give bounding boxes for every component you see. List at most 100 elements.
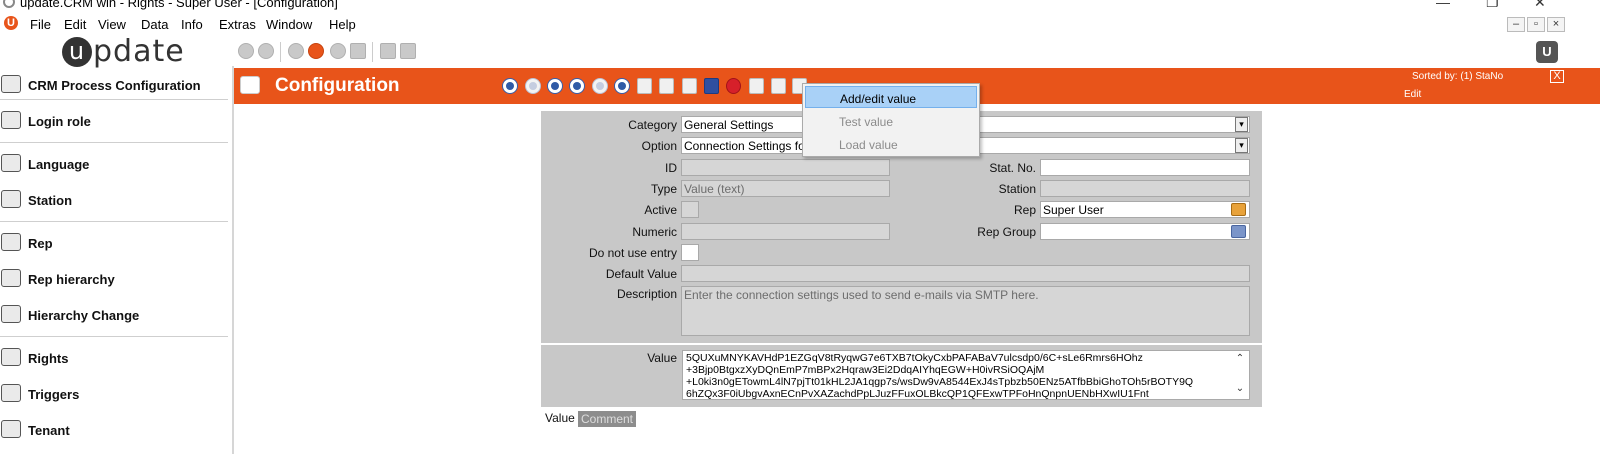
- history-icon[interactable]: [330, 43, 346, 59]
- chevron-down-icon[interactable]: ▾: [1235, 117, 1248, 132]
- rep-field[interactable]: Super User: [1040, 201, 1250, 218]
- description-field: Enter the connection settings used to se…: [681, 286, 1250, 336]
- sidebar-item-rep-hierarchy[interactable]: Rep hierarchy: [0, 267, 232, 291]
- home-icon[interactable]: [308, 43, 324, 59]
- previous-record-icon[interactable]: [547, 78, 563, 94]
- sidebar-item-rep[interactable]: Rep: [0, 231, 232, 255]
- back-icon[interactable]: [238, 43, 254, 59]
- close-icon[interactable]: X: [1550, 70, 1564, 83]
- sidebar-item-triggers[interactable]: Triggers: [0, 382, 232, 406]
- menu-window[interactable]: Window: [266, 17, 312, 32]
- active-label: Active: [644, 203, 677, 217]
- menu-data[interactable]: Data: [141, 17, 168, 32]
- layout-icon[interactable]: [380, 43, 396, 59]
- rep-group-field[interactable]: [1040, 223, 1250, 240]
- previous-page-icon[interactable]: [525, 78, 541, 94]
- sidebar-item-rights[interactable]: Rights: [0, 346, 232, 370]
- user-icon: [1, 111, 21, 129]
- close-icon[interactable]: ✕: [1534, 0, 1546, 11]
- station-label: Station: [998, 182, 1036, 196]
- menu-item-test-value[interactable]: Test value: [805, 110, 977, 132]
- print-icon[interactable]: [350, 43, 366, 59]
- option-label: Option: [641, 139, 677, 153]
- do-not-use-entry-checkbox[interactable]: [681, 244, 699, 261]
- sidebar-divider: [0, 221, 228, 222]
- brand-u-icon: u: [62, 37, 92, 67]
- window-title-bar: update.CRM win - Rights - Super User - […: [0, 0, 1600, 12]
- menu-item-add-edit-value[interactable]: Add/edit value: [805, 86, 977, 108]
- edit-mode-label: Edit: [1404, 89, 1422, 100]
- sidebar-item-station[interactable]: Station: [0, 188, 232, 212]
- sidebar-item-label: Hierarchy Change: [28, 308, 140, 323]
- sidebar-item-label: CRM Process Configuration: [28, 78, 201, 93]
- person-icon: [1, 233, 21, 251]
- rep-picker-icon[interactable]: [1231, 203, 1246, 216]
- menu-extras[interactable]: Extras: [219, 17, 256, 32]
- trigger-icon: [1, 384, 21, 402]
- category-label: Category: [628, 118, 677, 132]
- sidebar-splitter[interactable]: [232, 66, 234, 454]
- tenant-icon: [1, 420, 21, 438]
- sidebar: CRM Process Configuration Login role Lan…: [0, 68, 232, 454]
- tab-comment[interactable]: Comment: [578, 411, 637, 427]
- scroll-up-icon[interactable]: ⌃: [1233, 353, 1247, 367]
- sidebar-divider: [0, 99, 228, 100]
- menu-edit[interactable]: Edit: [64, 17, 86, 32]
- minimize-icon[interactable]: —: [1436, 0, 1450, 10]
- value-textarea[interactable]: 5QUXuMNYKAVHdP1EZGqV8tRyqwG7e6TXB7tOkyCx…: [682, 350, 1250, 400]
- sidebar-divider: [0, 336, 228, 337]
- sidebar-item-crm-process-configuration[interactable]: CRM Process Configuration: [0, 73, 232, 97]
- next-page-icon[interactable]: [592, 78, 608, 94]
- rep-group-picker-icon[interactable]: [1231, 225, 1246, 238]
- gear-icon: [1, 75, 21, 93]
- sidebar-item-login-role[interactable]: Login role: [0, 109, 232, 133]
- list-icon[interactable]: [749, 78, 764, 94]
- sidebar-item-label: Rights: [28, 351, 69, 366]
- update-corner-icon[interactable]: U: [1536, 41, 1558, 63]
- sidebar-item-label: Language: [28, 157, 90, 172]
- app-icon: [3, 0, 15, 8]
- chevron-down-icon[interactable]: ▾: [1235, 138, 1248, 153]
- sidebar-item-label: Station: [28, 193, 73, 208]
- refresh-icon[interactable]: [288, 43, 304, 59]
- sidebar-item-label: Triggers: [28, 387, 80, 402]
- cancel-icon[interactable]: [726, 78, 741, 94]
- menu-bar: U File Edit View Data Info Extras Window…: [0, 14, 1600, 34]
- menu-view[interactable]: View: [98, 17, 126, 32]
- save-icon[interactable]: [704, 78, 719, 94]
- menu-file[interactable]: File: [30, 17, 51, 32]
- value-line: +L0ki3n0gETowmL4lN7pjTt01kHL2JA1qgp7s/ws…: [686, 376, 1194, 388]
- new-record-icon[interactable]: [637, 78, 652, 94]
- mdi-close-icon[interactable]: ×: [1547, 17, 1565, 32]
- last-record-icon[interactable]: [614, 78, 630, 94]
- keyboard-icon: [1, 154, 21, 172]
- menu-info[interactable]: Info: [181, 17, 203, 32]
- active-checkbox: [681, 201, 699, 218]
- mdi-minimize-icon[interactable]: –: [1507, 17, 1525, 32]
- type-label: Type: [650, 182, 677, 196]
- forward-icon[interactable]: [258, 43, 274, 59]
- window-title: update.CRM win - Rights - Super User - […: [20, 0, 338, 10]
- sidebar-item-language[interactable]: Language: [0, 152, 232, 176]
- mdi-restore-icon[interactable]: ▫: [1527, 17, 1545, 32]
- copy-record-icon[interactable]: [682, 78, 697, 94]
- sidebar-item-hierarchy-change[interactable]: Hierarchy Change: [0, 303, 232, 327]
- sidebar-item-label: Rep: [28, 236, 53, 251]
- main-toolbar: U: [236, 38, 1600, 66]
- edit-record-icon[interactable]: [659, 78, 674, 94]
- hierarchy-icon: [1, 269, 21, 287]
- next-record-icon[interactable]: [569, 78, 585, 94]
- restore-icon[interactable]: ❐: [1486, 0, 1499, 11]
- update-logo-icon[interactable]: U: [4, 16, 18, 30]
- scroll-down-icon[interactable]: ⌄: [1233, 383, 1247, 397]
- sidebar-item-tenant[interactable]: Tenant: [0, 418, 232, 442]
- split-view-icon[interactable]: [400, 43, 416, 59]
- stat-no-field[interactable]: [1040, 159, 1250, 176]
- monitor-icon: [1, 190, 21, 208]
- menu-help[interactable]: Help: [329, 17, 356, 32]
- menu-item-load-value[interactable]: Load value: [805, 133, 977, 155]
- first-record-icon[interactable]: [502, 78, 518, 94]
- hierarchy-icon: [1, 305, 21, 323]
- print-record-icon[interactable]: [771, 78, 786, 94]
- tab-value[interactable]: Value: [545, 411, 575, 425]
